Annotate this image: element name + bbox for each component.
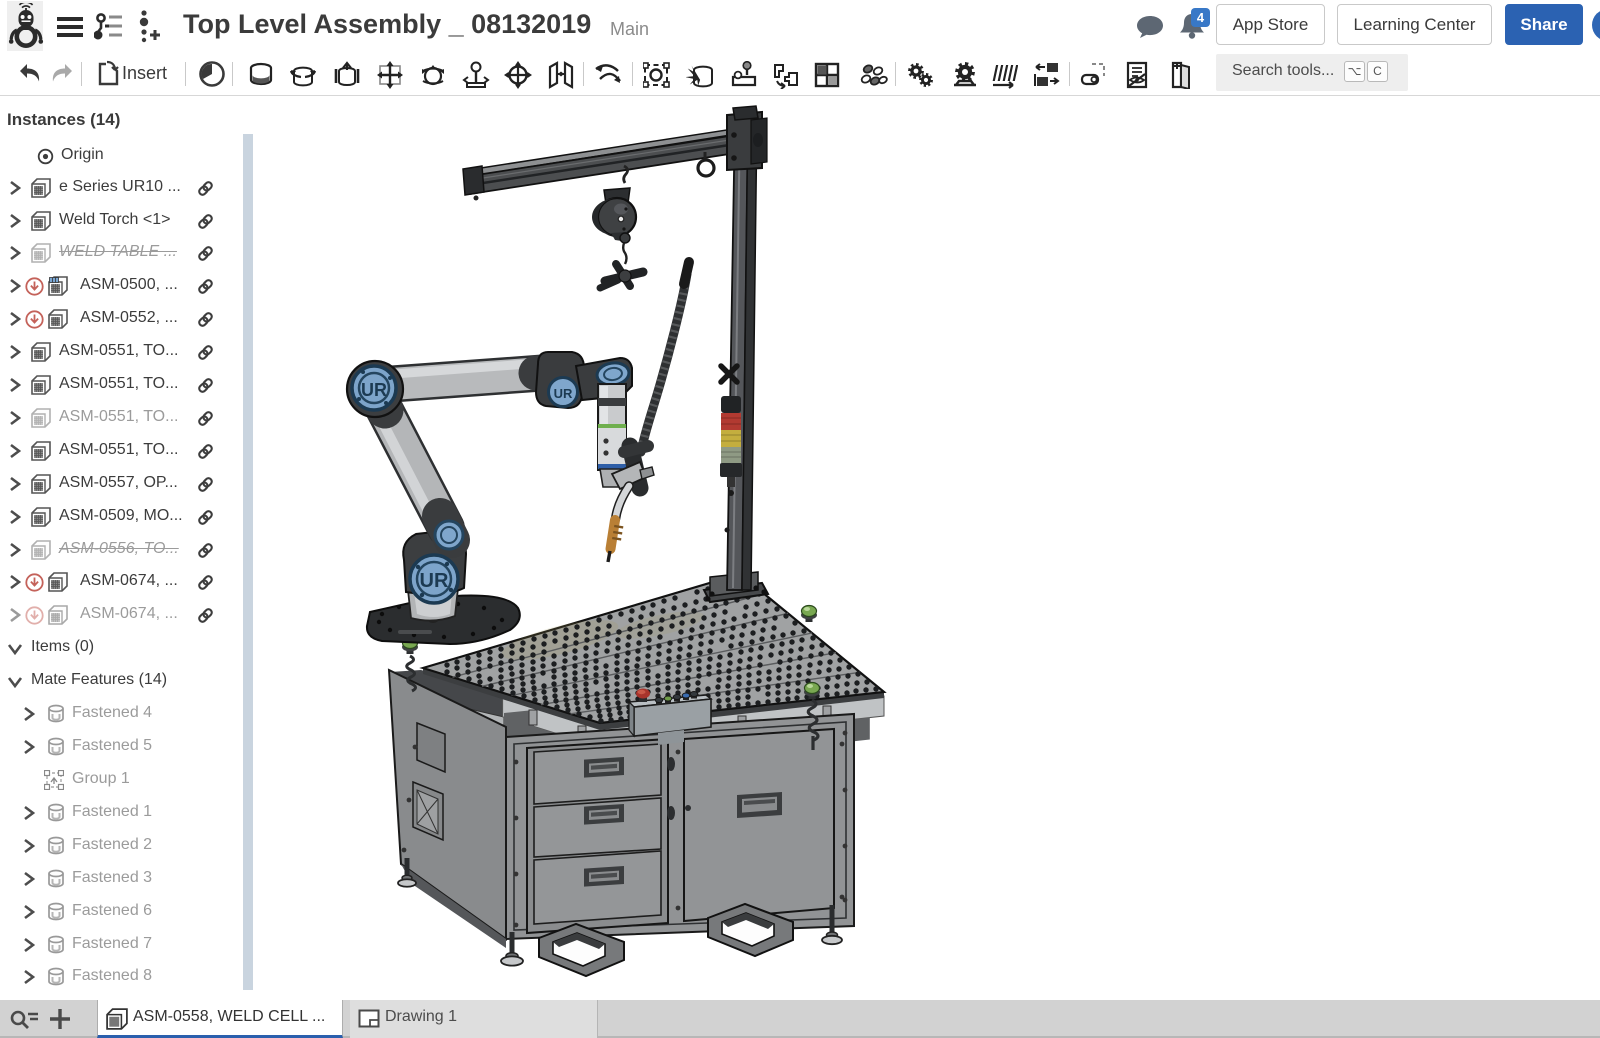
svg-text:UR: UR	[554, 386, 573, 401]
svg-text:UR: UR	[420, 570, 449, 592]
svg-text:UR: UR	[361, 380, 387, 400]
